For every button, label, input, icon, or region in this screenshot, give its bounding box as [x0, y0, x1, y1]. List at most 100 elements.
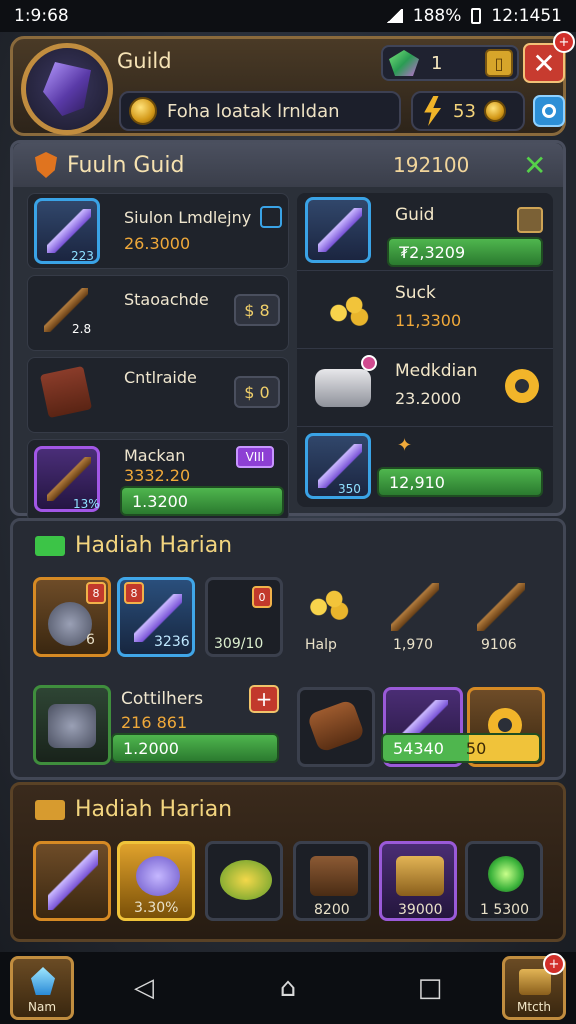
reward-slot[interactable]: 9106 [467, 577, 545, 657]
guild-item-row[interactable]: 13% Mackan 3332.20 VIII 1.3200 [27, 439, 289, 523]
nav-match-label: Mtcth [517, 1000, 551, 1014]
log-icon [306, 698, 366, 754]
cog-icon [505, 369, 539, 403]
notification-badge: + [553, 31, 575, 53]
back-icon[interactable]: ◁ [130, 973, 158, 1003]
crystal-icon [43, 62, 91, 116]
slot-label: 39000 [398, 902, 443, 918]
coin-icon [129, 97, 157, 125]
sword-icon [47, 209, 91, 253]
reward-progress-bar: 1.2000 [111, 733, 279, 763]
daily-title: Hadiah Harian [75, 533, 233, 558]
ticket-icon [35, 535, 65, 556]
slot-label: 9106 [481, 637, 517, 653]
reward-slot[interactable] [297, 687, 375, 767]
item-name: Cntlraide [124, 368, 197, 387]
slot-label: 3236 [154, 634, 190, 650]
nav-home-tile[interactable]: Nam [10, 956, 74, 1020]
guild-reward-row[interactable]: Medkdian 23.2000 [297, 349, 553, 427]
reward-bar-value: 54340 [393, 738, 444, 758]
guild-panel-close-icon[interactable]: ✕ [523, 149, 546, 182]
reward-slot[interactable]: 0 309/10 [205, 577, 283, 657]
navigation-bar: Nam ◁ ⌂ □ Mtcth + [0, 952, 576, 1024]
gold-chest-icon [396, 856, 444, 896]
slot-label: 1 5300 [480, 902, 529, 918]
buy-button[interactable]: $ 8 [234, 294, 280, 326]
gem-count: 1 [431, 52, 443, 74]
guild-item-row[interactable]: 2.8 Staoachde $ 8 [27, 275, 289, 351]
guild-header: Guild 1 ▯ ✕ + Foha loatak lrnldan 53 [10, 31, 575, 136]
reward-bar: ₮2,3209 [387, 237, 543, 267]
reward-slot[interactable]: 3.30% [117, 841, 195, 921]
guild-avatar[interactable] [21, 43, 113, 135]
item-level: 2.8 [72, 322, 92, 336]
reward-slot[interactable]: 39000 [379, 841, 457, 921]
orb-icon [136, 856, 180, 896]
swap-icon[interactable] [517, 207, 543, 233]
reward-slot[interactable]: 8200 [293, 841, 371, 921]
settings-button[interactable] [533, 95, 565, 127]
guild-left-column: 223 Siulon Lmdlejny 26.3000 2.8 Staoachd… [27, 193, 289, 529]
ticket-icon [35, 799, 65, 820]
recents-icon[interactable]: □ [416, 973, 444, 1003]
gold-coin-icon [483, 100, 506, 122]
home-icon[interactable]: ⌂ [274, 973, 302, 1003]
guild-panel-header: Fuuln Guid [13, 143, 563, 187]
item-tile [34, 362, 100, 428]
progress-bar: 1.3200 [120, 486, 284, 516]
guild-name-field[interactable]: Foha loatak lrnldan [119, 91, 401, 131]
slot-badge: 0 [252, 586, 272, 608]
slot-corner: 6 [86, 632, 95, 648]
reward-bar-combo: 54340 50 [381, 733, 541, 763]
guild-item-row[interactable]: 223 Siulon Lmdlejny 26.3000 [27, 193, 289, 269]
chest-icon [310, 856, 358, 896]
reward-slot[interactable]: 1 5300 [465, 841, 543, 921]
item-tile: 2.8 [34, 280, 100, 346]
battery-icon [471, 8, 482, 24]
guild-reward-row[interactable]: Guid ₮2,3209 [297, 193, 553, 271]
reward-name: Medkdian [395, 361, 478, 381]
guild-count: 192100 [393, 153, 470, 177]
item-level: 350 [338, 482, 361, 496]
slot-label: 309/10 [214, 636, 264, 652]
daily-rewards-panel: Hadiah Harian 8 6 8 3236 0 309/10 Halp 1… [10, 518, 566, 780]
nav-match-tile[interactable]: Mtcth + [502, 953, 566, 1020]
guild-reward-row[interactable]: Suck 11,3300 [297, 271, 553, 349]
add-button[interactable]: + [249, 685, 279, 713]
seed-icon [220, 860, 272, 900]
item-name: Staoachde [124, 290, 209, 309]
gem-add-button[interactable]: ▯ [485, 49, 513, 77]
slot-label: Halp [305, 637, 337, 653]
reward-slot[interactable]: Halp [295, 577, 373, 657]
reward-bar: 12,910 [377, 467, 543, 497]
item-name: Siulon Lmdlejny [124, 208, 252, 227]
item-level: 13% [73, 497, 100, 511]
battery-text: 188% [412, 6, 462, 26]
reward-progress-value: 1.2000 [123, 738, 179, 758]
reward-slot[interactable] [205, 841, 283, 921]
daily2-title: Hadiah Harian [75, 797, 233, 822]
reward-slot[interactable]: 8 6 [33, 577, 111, 657]
item-value: 3332.20 [124, 466, 191, 485]
reward-slot[interactable] [33, 685, 111, 765]
guild-reward-row[interactable]: 350 ✦ 12,910 [297, 427, 553, 505]
reward-row-title: Cottilhers [121, 689, 204, 709]
item-tile [305, 197, 371, 263]
info-icon[interactable] [260, 206, 282, 228]
buy-button[interactable]: $ 0 [234, 376, 280, 408]
daily2-header: Hadiah Harian [35, 797, 232, 822]
guild-right-column: Guid ₮2,3209 Suck 11,3300 Medkdian 23.20… [297, 193, 553, 507]
reward-value: 23.2000 [395, 389, 462, 408]
guild-item-row[interactable]: Cntlraide $ 0 [27, 357, 289, 433]
coins-icon [323, 289, 375, 329]
reward-slot[interactable]: 1,970 [381, 577, 459, 657]
item-tile: 223 [34, 198, 100, 264]
reward-slot[interactable] [33, 841, 111, 921]
chest-icon [519, 969, 551, 995]
coins-icon [303, 583, 355, 623]
reward-name: Suck [395, 283, 436, 303]
reward-slot[interactable]: 8 3236 [117, 577, 195, 657]
sword-icon [318, 208, 362, 252]
tier-tag: VIII [236, 446, 274, 468]
item-tile: 13% [34, 446, 100, 512]
